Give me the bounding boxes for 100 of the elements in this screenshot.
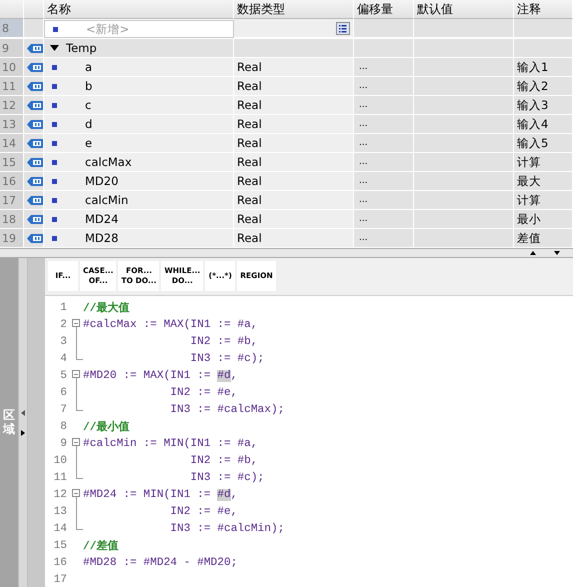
column-header[interactable]: 偏移量 bbox=[354, 0, 414, 19]
section-name: Temp bbox=[66, 41, 97, 55]
offset-value: ... bbox=[359, 233, 368, 243]
header-cell bbox=[0, 0, 24, 19]
square-icon bbox=[52, 102, 57, 108]
line-number: 8 bbox=[59, 420, 68, 432]
caret-icon[interactable] bbox=[50, 45, 59, 51]
comment-cell: 计算 bbox=[514, 153, 573, 172]
row-number[interactable]: 16 bbox=[0, 172, 24, 191]
data-type-cell: Real bbox=[234, 153, 354, 172]
variable-name: d bbox=[84, 117, 92, 131]
row-number[interactable]: 11 bbox=[0, 77, 24, 96]
offset-value: ... bbox=[359, 119, 368, 129]
code-line: IN2 := #b, bbox=[189, 454, 258, 466]
data-type-cell: Real bbox=[234, 172, 354, 191]
collapse-left-icon[interactable] bbox=[21, 410, 25, 416]
line-number: 7 bbox=[59, 404, 68, 416]
fold-end-line bbox=[76, 350, 83, 360]
square-icon bbox=[52, 84, 57, 88]
code-comment: //差值 bbox=[83, 538, 118, 553]
comment-cell: 输入2 bbox=[514, 77, 573, 96]
row-number[interactable]: 12 bbox=[0, 96, 24, 115]
fold-toggle-icon[interactable] bbox=[71, 486, 83, 503]
line-number: 5 bbox=[59, 370, 68, 382]
line-number: 14 bbox=[52, 522, 68, 534]
variable-name: b bbox=[84, 79, 92, 93]
column-header[interactable]: 数据类型 bbox=[234, 0, 354, 19]
fold-toggle-icon[interactable] bbox=[71, 316, 83, 333]
code-line: IN3 := #c); bbox=[189, 352, 264, 364]
line-number: 3 bbox=[59, 336, 68, 348]
offset-value: ... bbox=[359, 157, 368, 167]
variable-name: calcMin bbox=[84, 193, 128, 207]
row-number[interactable]: 9 bbox=[0, 39, 24, 58]
name-input-field[interactable]: <新增> bbox=[44, 20, 234, 38]
side-panel-label[interactable]: 区域 bbox=[3, 409, 15, 436]
line-number: 17 bbox=[52, 574, 68, 586]
line-number: 2 bbox=[59, 318, 68, 330]
square-icon bbox=[52, 216, 57, 222]
fold-end-line bbox=[76, 520, 83, 530]
variable-name: MD20 bbox=[84, 174, 118, 188]
code-line: IN3 := #calcMax); bbox=[169, 404, 284, 416]
line-number: 4 bbox=[59, 352, 68, 364]
data-type-cell: Real bbox=[234, 134, 354, 153]
offset-value: ... bbox=[359, 62, 368, 72]
offset-value: ... bbox=[359, 100, 368, 110]
variable-name: a bbox=[84, 60, 92, 74]
list-icon[interactable] bbox=[336, 22, 350, 34]
column-header[interactable]: 默认值 bbox=[414, 0, 514, 19]
row-number[interactable]: 18 bbox=[0, 210, 24, 229]
code-line: IN2 := #b, bbox=[189, 336, 258, 348]
row-number[interactable]: 14 bbox=[0, 134, 24, 153]
code-comment: //最大值 bbox=[83, 300, 130, 315]
data-type-cell: Real bbox=[234, 58, 354, 77]
row-number[interactable]: 13 bbox=[0, 115, 24, 134]
line-number: 13 bbox=[52, 506, 68, 518]
data-type-cell: Real bbox=[234, 191, 354, 210]
data-type-cell: Real bbox=[234, 96, 354, 115]
code-line: IN3 := #c); bbox=[189, 472, 264, 484]
fold-toggle-icon[interactable] bbox=[71, 367, 83, 384]
fold-toggle-icon[interactable] bbox=[71, 435, 83, 452]
row-number[interactable]: 17 bbox=[0, 191, 24, 210]
expand-right-icon[interactable] bbox=[21, 430, 25, 436]
comment-cell: 输入4 bbox=[514, 115, 573, 134]
code-line: IN3 := #calcMin); bbox=[169, 522, 284, 534]
data-type-cell: Real bbox=[234, 229, 354, 248]
square-icon bbox=[53, 26, 58, 32]
line-number: 16 bbox=[52, 556, 68, 568]
line-number: 9 bbox=[59, 438, 68, 450]
square-icon bbox=[52, 236, 57, 240]
column-header[interactable]: 注释 bbox=[514, 0, 573, 19]
offset-value: ... bbox=[359, 138, 368, 148]
row-number[interactable]: 10 bbox=[0, 58, 24, 77]
code-comment: //最小值 bbox=[83, 420, 130, 434]
fold-end-line bbox=[76, 469, 83, 479]
square-icon bbox=[52, 122, 57, 126]
row-number[interactable]: 15 bbox=[0, 153, 24, 172]
row-number[interactable]: 8 bbox=[0, 19, 24, 38]
comment-cell: 输入5 bbox=[514, 134, 573, 153]
comment-cell: 最小 bbox=[514, 210, 573, 229]
code-line: #calcMin := MIN(IN1 := #a, bbox=[83, 438, 258, 450]
square-icon bbox=[52, 160, 57, 164]
variable-name: e bbox=[84, 136, 92, 150]
offset-value: ... bbox=[359, 214, 368, 224]
fold-end-line bbox=[76, 401, 83, 411]
variable-name: MD24 bbox=[84, 212, 118, 226]
line-number: 6 bbox=[59, 386, 68, 398]
code-line: #MD24 := MIN(IN1 := #d, bbox=[83, 488, 238, 500]
data-type-cell: Real bbox=[234, 115, 354, 134]
square-icon bbox=[52, 64, 57, 70]
row-number[interactable]: 19 bbox=[0, 229, 24, 248]
column-header[interactable]: 名称 bbox=[44, 0, 234, 19]
code-line: #MD20 := MAX(IN1 := #d, bbox=[83, 370, 238, 382]
line-number: 15 bbox=[52, 540, 68, 552]
variable-name: c bbox=[84, 98, 92, 112]
line-number: 10 bbox=[52, 454, 68, 466]
square-icon bbox=[52, 198, 57, 202]
comment-cell: 计算 bbox=[514, 191, 573, 210]
comment-cell: 差值 bbox=[514, 229, 573, 248]
line-number: 1 bbox=[59, 302, 68, 314]
scroll-bar[interactable] bbox=[0, 248, 573, 258]
